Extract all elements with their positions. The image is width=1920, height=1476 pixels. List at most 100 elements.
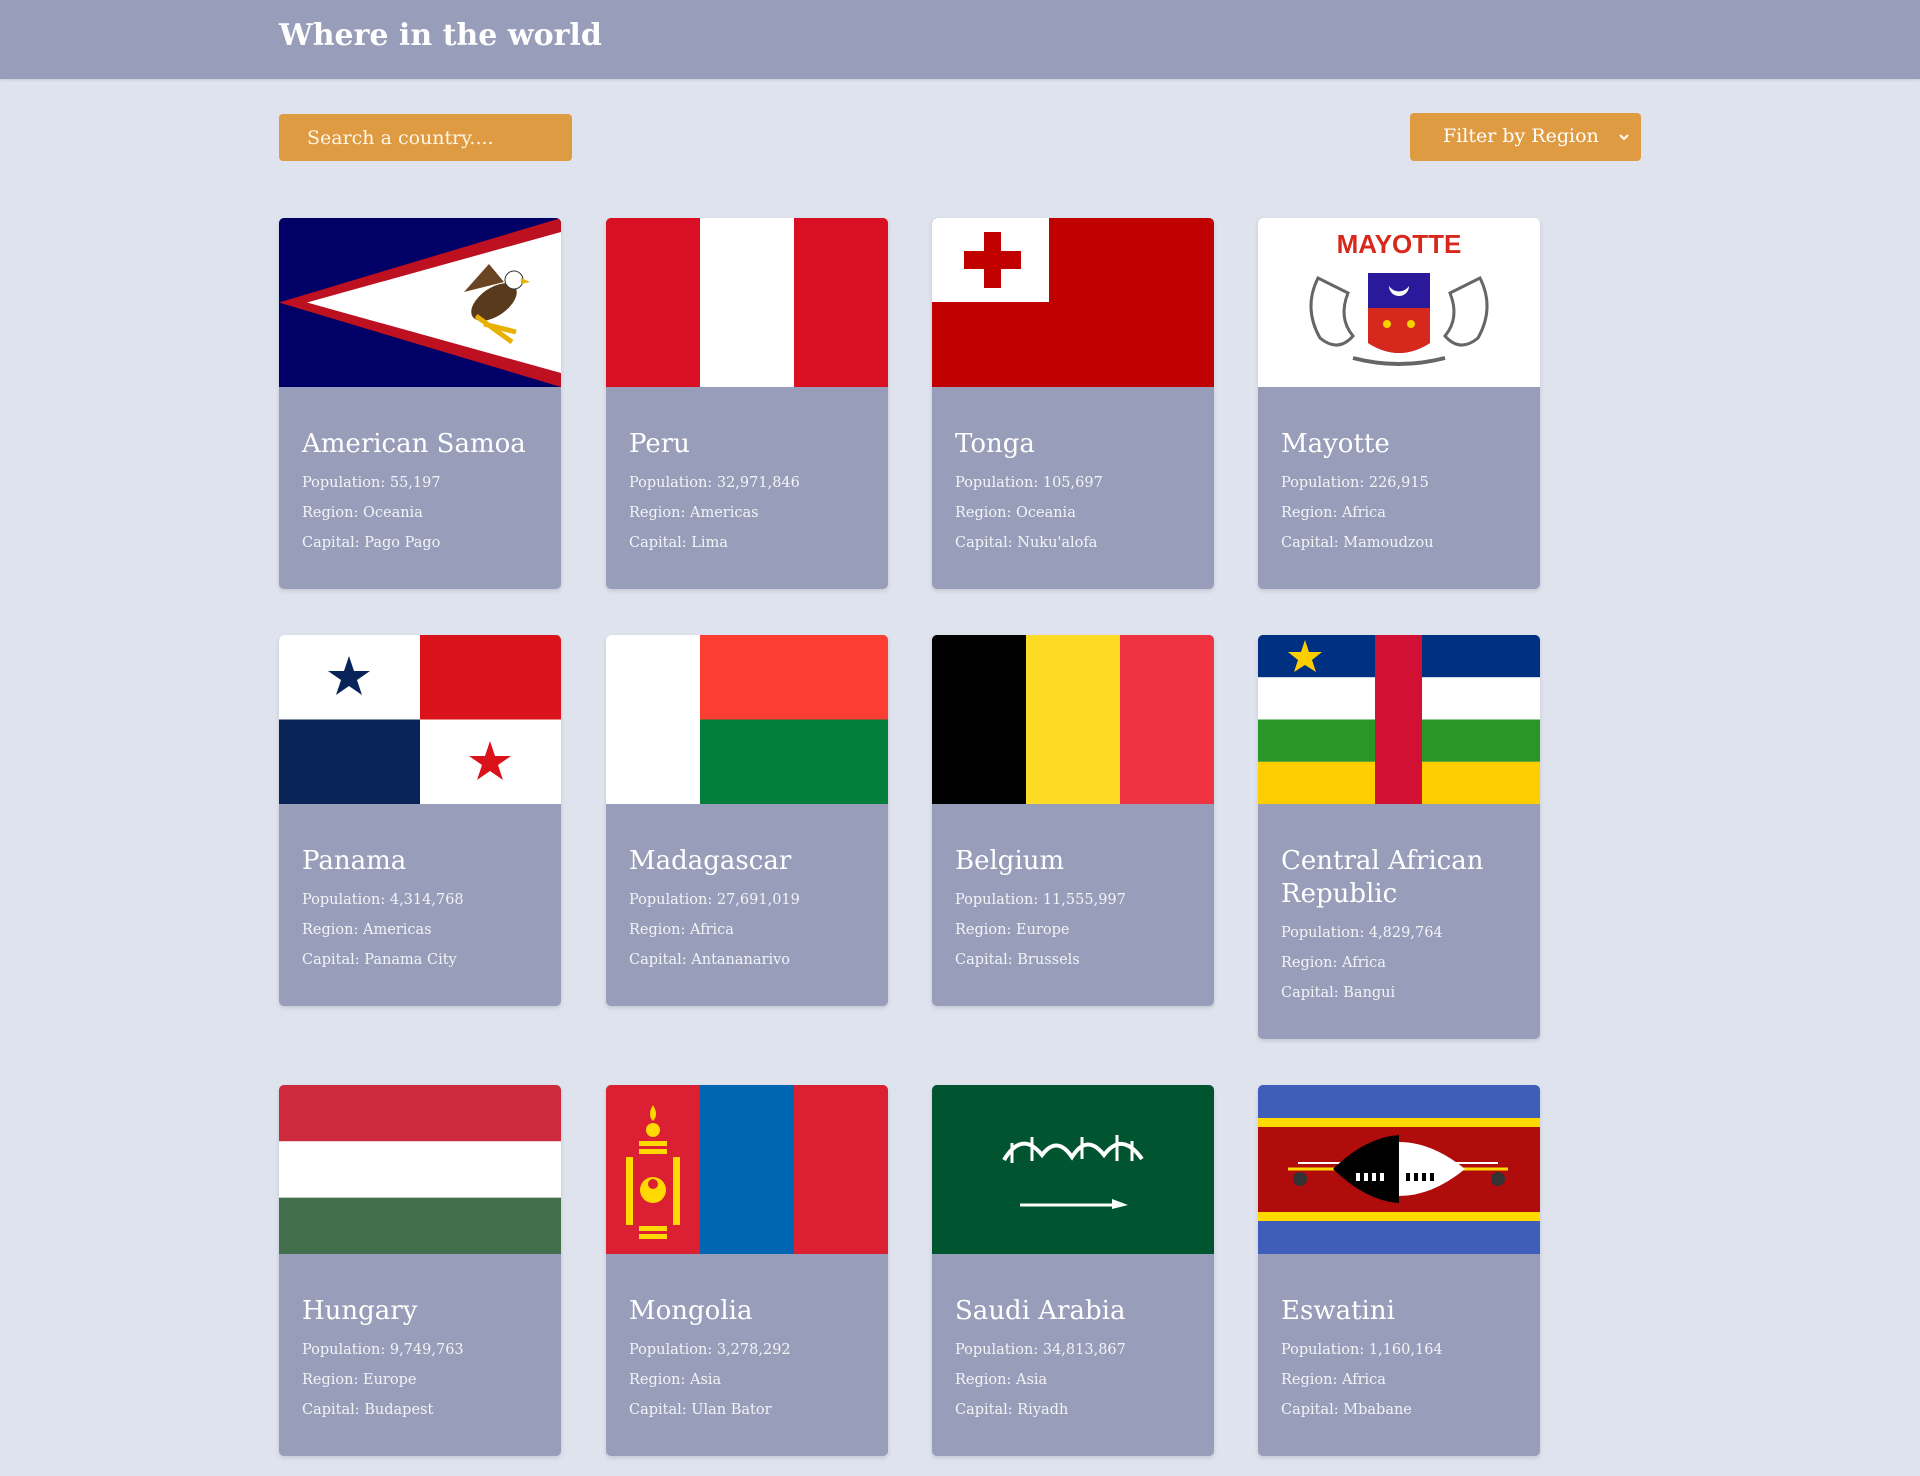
capital-value: Mbabane — [1343, 1402, 1412, 1418]
capital-label: Capital: — [1281, 985, 1339, 1001]
population-label: Population: — [955, 1342, 1039, 1358]
eswatini-flag-icon — [1258, 1085, 1540, 1254]
app-title: Where in the world — [279, 18, 602, 53]
population-value: 55,197 — [389, 475, 441, 491]
population-line: Population: 11,555,997 — [955, 892, 1126, 908]
population-line: Population: 55,197 — [302, 475, 441, 491]
region-value: Americas — [689, 505, 759, 521]
region-line: Region: Africa — [1281, 505, 1386, 521]
population-label: Population: — [629, 892, 713, 908]
region-label: Region: — [302, 1372, 359, 1388]
peru-flag-icon — [606, 218, 888, 387]
population-line: Population: 4,314,768 — [302, 892, 464, 908]
capital-label: Capital: — [955, 1402, 1013, 1418]
population-label: Population: — [955, 892, 1039, 908]
search-input[interactable] — [279, 114, 572, 161]
region-line: Region: Europe — [302, 1372, 416, 1388]
country-card[interactable]: Belgium Population: 11,555,997 Region: E… — [932, 635, 1214, 1006]
population-line: Population: 105,697 — [955, 475, 1103, 491]
region-value: Europe — [1015, 922, 1070, 938]
region-value: Africa — [689, 922, 734, 938]
country-name: Mayotte — [1281, 429, 1390, 459]
region-line: Region: Oceania — [955, 505, 1076, 521]
capital-label: Capital: — [1281, 535, 1339, 551]
chevron-down-icon — [1617, 127, 1631, 141]
population-line: Population: 27,691,019 — [629, 892, 800, 908]
country-card[interactable]: Hungary Population: 9,749,763 Region: Eu… — [279, 1085, 561, 1456]
country-name: Central African Republic — [1281, 846, 1484, 909]
country-card[interactable]: Panama Population: 4,314,768 Region: Ame… — [279, 635, 561, 1006]
mayotte-flag-icon: MAYOTTE — [1258, 218, 1540, 387]
capital-value: Lima — [691, 535, 728, 551]
madagascar-flag-icon — [606, 635, 888, 804]
population-label: Population: — [1281, 475, 1365, 491]
top-header: Where in the world — [0, 0, 1920, 79]
capital-line: Capital: Brussels — [955, 952, 1080, 968]
country-card[interactable]: Central African Republic Population: 4,8… — [1258, 635, 1540, 1039]
region-line: Region: Asia — [955, 1372, 1047, 1388]
region-line: Region: Africa — [629, 922, 734, 938]
population-value: 226,915 — [1368, 475, 1429, 491]
population-line: Population: 9,749,763 — [302, 1342, 464, 1358]
region-label: Region: — [955, 1372, 1012, 1388]
country-card[interactable]: Peru Population: 32,971,846 Region: Amer… — [606, 218, 888, 589]
capital-line: Capital: Antananarivo — [629, 952, 790, 968]
population-label: Population: — [302, 475, 386, 491]
capital-label: Capital: — [629, 535, 687, 551]
capital-label: Capital: — [955, 535, 1013, 551]
search-box[interactable] — [279, 114, 572, 161]
population-value: 1,160,164 — [1368, 1342, 1443, 1358]
country-name: American Samoa — [302, 429, 526, 459]
region-line: Region: Asia — [629, 1372, 721, 1388]
country-name: Saudi Arabia — [955, 1296, 1126, 1326]
capital-label: Capital: — [302, 1402, 360, 1418]
panama-flag-icon — [279, 635, 561, 804]
region-value: Oceania — [1015, 505, 1076, 521]
population-label: Population: — [1281, 1342, 1365, 1358]
capital-line: Capital: Panama City — [302, 952, 457, 968]
region-label: Region: — [629, 1372, 686, 1388]
country-name: Madagascar — [629, 846, 792, 876]
population-label: Population: — [629, 1342, 713, 1358]
region-label: Region: — [955, 505, 1012, 521]
region-value: Asia — [689, 1372, 722, 1388]
belgium-flag-icon — [932, 635, 1214, 804]
country-card[interactable]: Eswatini Population: 1,160,164 Region: A… — [1258, 1085, 1540, 1456]
region-label: Region: — [1281, 955, 1338, 971]
population-value: 4,314,768 — [389, 892, 464, 908]
capital-label: Capital: — [1281, 1402, 1339, 1418]
population-label: Population: — [1281, 925, 1365, 941]
capital-line: Capital: Nuku'alofa — [955, 535, 1097, 551]
population-value: 32,971,846 — [716, 475, 800, 491]
population-label: Population: — [955, 475, 1039, 491]
population-line: Population: 3,278,292 — [629, 1342, 791, 1358]
population-line: Population: 32,971,846 — [629, 475, 800, 491]
country-card[interactable]: American Samoa Population: 55,197 Region… — [279, 218, 561, 589]
country-name: Hungary — [302, 1296, 418, 1326]
region-label: Region: — [302, 505, 359, 521]
region-value: Americas — [362, 922, 432, 938]
saudi-arabia-flag-icon — [932, 1085, 1214, 1254]
capital-value: Pago Pago — [364, 535, 441, 551]
population-value: 4,829,764 — [1368, 925, 1443, 941]
capital-value: Budapest — [364, 1402, 434, 1418]
country-card[interactable]: Tonga Population: 105,697 Region: Oceani… — [932, 218, 1214, 589]
hungary-flag-icon — [279, 1085, 561, 1254]
capital-line: Capital: Mbabane — [1281, 1402, 1412, 1418]
country-card[interactable]: Saudi Arabia Population: 34,813,867 Regi… — [932, 1085, 1214, 1456]
country-card[interactable]: MAYOTTE Mayotte Population: 226,915 Regi… — [1258, 218, 1540, 589]
capital-line: Capital: Mamoudzou — [1281, 535, 1434, 551]
capital-label: Capital: — [302, 952, 360, 968]
capital-line: Capital: Riyadh — [955, 1402, 1068, 1418]
region-value: Oceania — [362, 505, 423, 521]
region-filter-select[interactable]: Filter by Region — [1410, 113, 1641, 161]
capital-line: Capital: Pago Pago — [302, 535, 440, 551]
population-value: 34,813,867 — [1042, 1342, 1126, 1358]
capital-value: Ulan Bator — [691, 1402, 772, 1418]
region-label: Region: — [1281, 505, 1338, 521]
population-line: Population: 34,813,867 — [955, 1342, 1126, 1358]
mongolia-flag-icon — [606, 1085, 888, 1254]
country-card[interactable]: Mongolia Population: 3,278,292 Region: A… — [606, 1085, 888, 1456]
capital-line: Capital: Budapest — [302, 1402, 433, 1418]
country-card[interactable]: Madagascar Population: 27,691,019 Region… — [606, 635, 888, 1006]
